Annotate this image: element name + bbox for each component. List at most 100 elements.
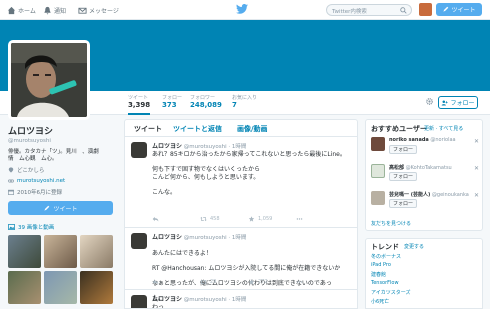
suggested-user-display-name: noriko sanada <box>389 137 429 143</box>
who-to-follow-links[interactable]: 更新 · すべて見る <box>424 125 463 132</box>
tweet-text-line: あんたにはできるよ！ <box>152 249 212 257</box>
who-to-follow-title: おすすめユーザー <box>371 125 427 133</box>
stat-following[interactable]: フォロー 373 <box>162 94 182 109</box>
compose-tweet-button[interactable]: ツイート <box>436 3 482 16</box>
tab-media[interactable]: 画像/動画 <box>237 124 268 134</box>
suggested-user-name[interactable]: noriko sanada @noriolaa <box>389 137 456 143</box>
profile-handle[interactable]: @murotsuyoshi <box>8 138 116 144</box>
suggested-user: noriko sanada @noriolaa フォロー ✕ <box>371 137 481 161</box>
trend-item[interactable]: アイカツスターズ <box>371 289 411 296</box>
media-thumbnail[interactable] <box>80 271 113 304</box>
suggested-user-avatar[interactable] <box>371 164 385 178</box>
trend-item[interactable]: 小6死亡 <box>371 298 389 305</box>
tweet-meta: @murotsuyoshi · 1時間 <box>183 235 247 241</box>
dismiss-icon[interactable]: ✕ <box>474 165 479 172</box>
stat-favorites-label: お気に入り <box>232 95 258 101</box>
suggested-user-follow-button[interactable]: フォロー <box>389 172 417 181</box>
favorite-action[interactable]: 1,059 <box>248 216 296 222</box>
more-action[interactable] <box>296 279 344 285</box>
profile-website-text[interactable]: murotsuyoshi.net <box>17 178 65 184</box>
follow-button-label: フォロー <box>450 100 475 107</box>
stat-followers[interactable]: フォロワー 248,089 <box>190 94 222 109</box>
favorite-action[interactable]: 272 <box>248 279 296 285</box>
suggested-user-display-name: 高松部 <box>389 165 405 171</box>
retweet-icon <box>200 216 207 222</box>
nav-messages-label: メッセージ <box>89 8 119 15</box>
more-dots-icon <box>296 281 303 283</box>
photos-videos-link[interactable]: 39 画像と動画 <box>8 223 116 231</box>
media-thumbnail[interactable] <box>8 271 41 304</box>
nav-messages[interactable]: メッセージ <box>78 5 119 16</box>
profile-website[interactable]: murotsuyoshi.net <box>8 177 116 185</box>
search-placeholder: Twitter内検索 <box>332 9 367 15</box>
tweet-avatar[interactable] <box>131 142 147 158</box>
bio-line-2: 情 ム心観 ム心。 <box>8 156 58 162</box>
media-thumbnail[interactable] <box>8 235 41 268</box>
suggested-user-avatar[interactable] <box>371 137 385 151</box>
tweet-avatar[interactable] <box>131 233 147 249</box>
nav-notifications-label: 通知 <box>54 8 67 15</box>
search-icon[interactable] <box>400 7 407 14</box>
tweet-header: ムロツヨシ @murotsuyoshi · 1時間 <box>152 141 350 150</box>
suggested-user-display-name: 芸兒嗎一 (芸能人) <box>389 192 431 198</box>
stat-tweets[interactable]: ツイート 3,398 <box>128 94 151 115</box>
tweet-author-name[interactable]: ムロツヨシ <box>152 234 182 241</box>
compose-icon <box>44 205 50 211</box>
account-avatar[interactable] <box>419 3 432 16</box>
tweet-item[interactable]: ムロツヨシ @murotsuyoshi · 1時間 あんたにはできるよ！ RT … <box>125 229 357 302</box>
suggested-user-follow-button[interactable]: フォロー <box>389 145 417 154</box>
tweet-author-name[interactable]: ムロツヨシ <box>152 296 182 303</box>
stat-following-label: フォロー <box>162 95 183 101</box>
dismiss-icon[interactable]: ✕ <box>474 192 479 199</box>
nav-home[interactable]: ホーム <box>7 5 36 16</box>
profile-joined: 2010年6月に登録 <box>8 188 116 196</box>
search-input[interactable]: Twitter内検索 <box>326 4 412 16</box>
media-thumbnail[interactable] <box>80 235 113 268</box>
stat-favorites[interactable]: お気に入り 7 <box>232 94 257 109</box>
retweet-action[interactable]: 458 <box>200 216 248 222</box>
trend-item[interactable]: 冬のボーナス <box>371 253 401 260</box>
gear-icon[interactable] <box>425 97 434 106</box>
dismiss-icon[interactable]: ✕ <box>474 138 479 145</box>
reply-action[interactable] <box>152 279 200 285</box>
trend-item[interactable]: iPad Pro <box>371 262 391 268</box>
trends-title: トレンド <box>371 243 399 251</box>
tab-tweets[interactable]: ツイート <box>134 124 162 134</box>
suggested-user-handle: @noriolaa <box>430 137 456 143</box>
retweet-action[interactable]: 29 <box>200 279 248 285</box>
twitter-bird-icon[interactable] <box>236 4 248 14</box>
media-thumbnail[interactable] <box>44 235 77 268</box>
suggested-user-name[interactable]: 高松部 @KohtoTakamatsu <box>389 164 452 171</box>
tweet-header: ムロツヨシ @murotsuyoshi · 1時間 <box>152 294 350 303</box>
tab-tweets-replies[interactable]: ツイートと返信 <box>173 124 222 134</box>
tweet-header: ムロツヨシ @murotsuyoshi · 1時間 <box>152 232 350 241</box>
favorite-count: 272 <box>258 279 268 285</box>
stat-tweets-value: 3,398 <box>128 101 151 109</box>
more-dots-icon <box>296 218 303 220</box>
trends-change-link[interactable]: 変更する <box>404 243 424 250</box>
profile-bio: 俳優。カタカナ「ツ」。見川 、演劇 情 ム心観 ム心。 <box>8 149 116 163</box>
tweet-author-name[interactable]: ムロツヨシ <box>152 143 182 150</box>
stat-tweets-label: ツイート <box>128 95 149 101</box>
reply-action[interactable] <box>152 216 200 222</box>
tweet-to-user-button[interactable]: ツイート <box>8 201 113 215</box>
trend-item[interactable]: 建春館 <box>371 271 386 278</box>
trend-item[interactable]: TensorFlow <box>371 280 399 286</box>
more-action[interactable] <box>296 216 344 222</box>
find-friends-link[interactable]: 友だちを見つける <box>371 220 411 227</box>
tweet-avatar[interactable] <box>131 295 147 308</box>
follow-button[interactable]: フォロー <box>438 96 478 109</box>
suggested-user-avatar[interactable] <box>371 191 385 205</box>
suggested-user-name[interactable]: 芸兒嗎一 (芸能人) @geinoukanka <box>389 191 469 198</box>
tweet-body: ムロツヨシ @murotsuyoshi · 1時間 あれ？85キロから治ったから… <box>152 141 350 196</box>
nav-notifications[interactable]: 通知 <box>43 5 66 16</box>
tweet-item[interactable]: ムロツヨシ @murotsuyoshi · 1時間 あれ？85キロから治ったから… <box>125 138 357 228</box>
profile-avatar[interactable] <box>8 40 90 120</box>
media-thumbnail[interactable] <box>44 271 77 304</box>
profile-location: どこかしら <box>8 166 116 174</box>
envelope-icon <box>78 7 87 14</box>
tweet-item[interactable]: ムロツヨシ @murotsuyoshi · 1時間 わっ <box>125 291 357 308</box>
suggested-user-follow-button[interactable]: フォロー <box>389 199 417 208</box>
reply-icon <box>152 279 159 285</box>
nav-home-label: ホーム <box>18 8 36 15</box>
